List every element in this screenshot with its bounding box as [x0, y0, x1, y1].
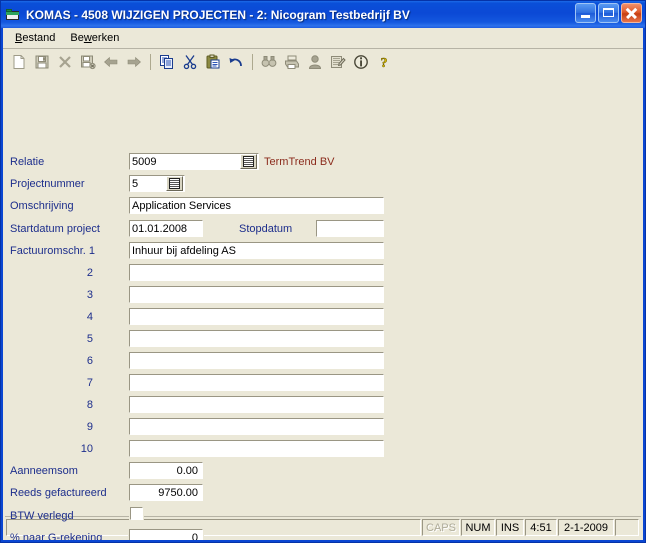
label-startdatum: Startdatum project	[10, 223, 100, 235]
factuuromschrijving-row-1[interactable]: Inhuur bij afdeling AS	[128, 241, 385, 260]
status-caps: CAPS	[422, 519, 460, 536]
label-stopdatum: Stopdatum	[239, 223, 293, 235]
btw-verlegd-checkbox[interactable]	[129, 506, 144, 521]
factuuromschrijving-row-3[interactable]	[128, 285, 385, 304]
print-icon[interactable]	[281, 51, 303, 72]
g-rekening-input[interactable]: 0	[128, 528, 204, 540]
label-row-10: 10	[80, 443, 93, 455]
copy-icon[interactable]	[156, 51, 178, 72]
label-omschrijving: Omschrijving	[10, 200, 74, 212]
application-window: KOMAS - 4508 WIJZIGEN PROJECTEN - 2: Nic…	[0, 0, 646, 543]
label-aanneemsom: Aanneemsom	[10, 465, 78, 477]
help-icon[interactable]: ?	[373, 51, 395, 72]
label-row-2: 2	[86, 267, 93, 279]
title-bar[interactable]: KOMAS - 4508 WIJZIGEN PROJECTEN - 2: Nic…	[1, 1, 645, 28]
label-row-3: 3	[86, 289, 93, 301]
label-factuuromschrijving: Factuuromschr. 1	[10, 245, 95, 257]
projectnummer-lookup-icon[interactable]	[166, 176, 183, 191]
label-btw-verlegd: BTW verlegd	[10, 510, 74, 522]
label-g-rekening: % naar G-rekening	[10, 532, 103, 540]
svg-text:?: ?	[381, 56, 388, 70]
status-time: 4:51	[525, 519, 557, 536]
folder-icon	[5, 7, 21, 23]
menu-label-bewerken-rest: erken	[91, 32, 120, 44]
window-title: KOMAS - 4508 WIJZIGEN PROJECTEN - 2: Nic…	[26, 7, 410, 22]
omschrijving-input[interactable]: Application Services	[128, 196, 385, 215]
arrow-right-icon[interactable]	[123, 51, 145, 72]
label-projectnummer: Projectnummer	[10, 178, 85, 190]
toolbar-separator	[150, 53, 151, 70]
menu-bar: Bestand Bewerken	[3, 28, 643, 49]
factuuromschrijving-row-5[interactable]	[128, 329, 385, 348]
undo-icon[interactable]	[225, 51, 247, 72]
maximize-button[interactable]	[598, 3, 619, 23]
close-button[interactable]	[621, 3, 642, 23]
arrow-left-icon[interactable]	[100, 51, 122, 72]
label-row-5: 5	[86, 333, 93, 345]
menu-item-bestand[interactable]: Bestand	[8, 30, 63, 46]
label-row-4: 4	[86, 311, 93, 323]
relatie-description: TermTrend BV	[264, 156, 335, 168]
aanneemsom-input[interactable]: 0.00	[128, 461, 204, 480]
save-icon[interactable]	[31, 51, 53, 72]
factuuromschrijving-row-4[interactable]	[128, 307, 385, 326]
menu-label-bestand-rest: estand	[22, 32, 56, 44]
label-row-6: 6	[86, 355, 93, 367]
client-area: Bestand Bewerken ? Relatie 5009 TermTren…	[3, 28, 643, 540]
delete-icon[interactable]	[54, 51, 76, 72]
find-icon[interactable]	[258, 51, 280, 72]
status-num: NUM	[461, 519, 495, 536]
cut-icon[interactable]	[179, 51, 201, 72]
factuuromschrijving-row-10[interactable]	[128, 439, 385, 458]
status-ins: INS	[496, 519, 524, 536]
startdatum-input[interactable]: 01.01.2008	[128, 219, 204, 238]
project-form: Relatie 5009 TermTrend BV Projectnummer …	[3, 74, 643, 540]
label-row-7: 7	[86, 377, 93, 389]
relatie-lookup-icon[interactable]	[240, 154, 257, 169]
reeds-gefactureerd-input[interactable]: 9750.00	[128, 483, 204, 502]
factuuromschrijving-row-2[interactable]	[128, 263, 385, 282]
contact-icon[interactable]	[304, 51, 326, 72]
save-as-icon[interactable]	[77, 51, 99, 72]
window-controls	[575, 3, 642, 23]
status-date: 2-1-2009	[558, 519, 614, 536]
info-icon[interactable]	[350, 51, 372, 72]
factuuromschrijving-row-9[interactable]	[128, 417, 385, 436]
stopdatum-input[interactable]	[315, 219, 385, 238]
label-row-8: 8	[86, 399, 93, 411]
new-icon[interactable]	[8, 51, 30, 72]
factuuromschrijving-row-6[interactable]	[128, 351, 385, 370]
factuuromschrijving-row-8[interactable]	[128, 395, 385, 414]
toolbar-separator	[252, 53, 253, 70]
label-row-9: 9	[86, 421, 93, 433]
status-extra	[615, 519, 639, 536]
menu-item-bewerken[interactable]: Bewerken	[63, 30, 127, 46]
toolbar: ?	[3, 49, 643, 74]
label-relatie: Relatie	[10, 156, 45, 168]
minimize-button[interactable]	[575, 3, 596, 23]
edit-note-icon[interactable]	[327, 51, 349, 72]
label-reeds-gefactureerd: Reeds gefactureerd	[10, 487, 107, 499]
factuuromschrijving-row-7[interactable]	[128, 373, 385, 392]
paste-icon[interactable]	[202, 51, 224, 72]
